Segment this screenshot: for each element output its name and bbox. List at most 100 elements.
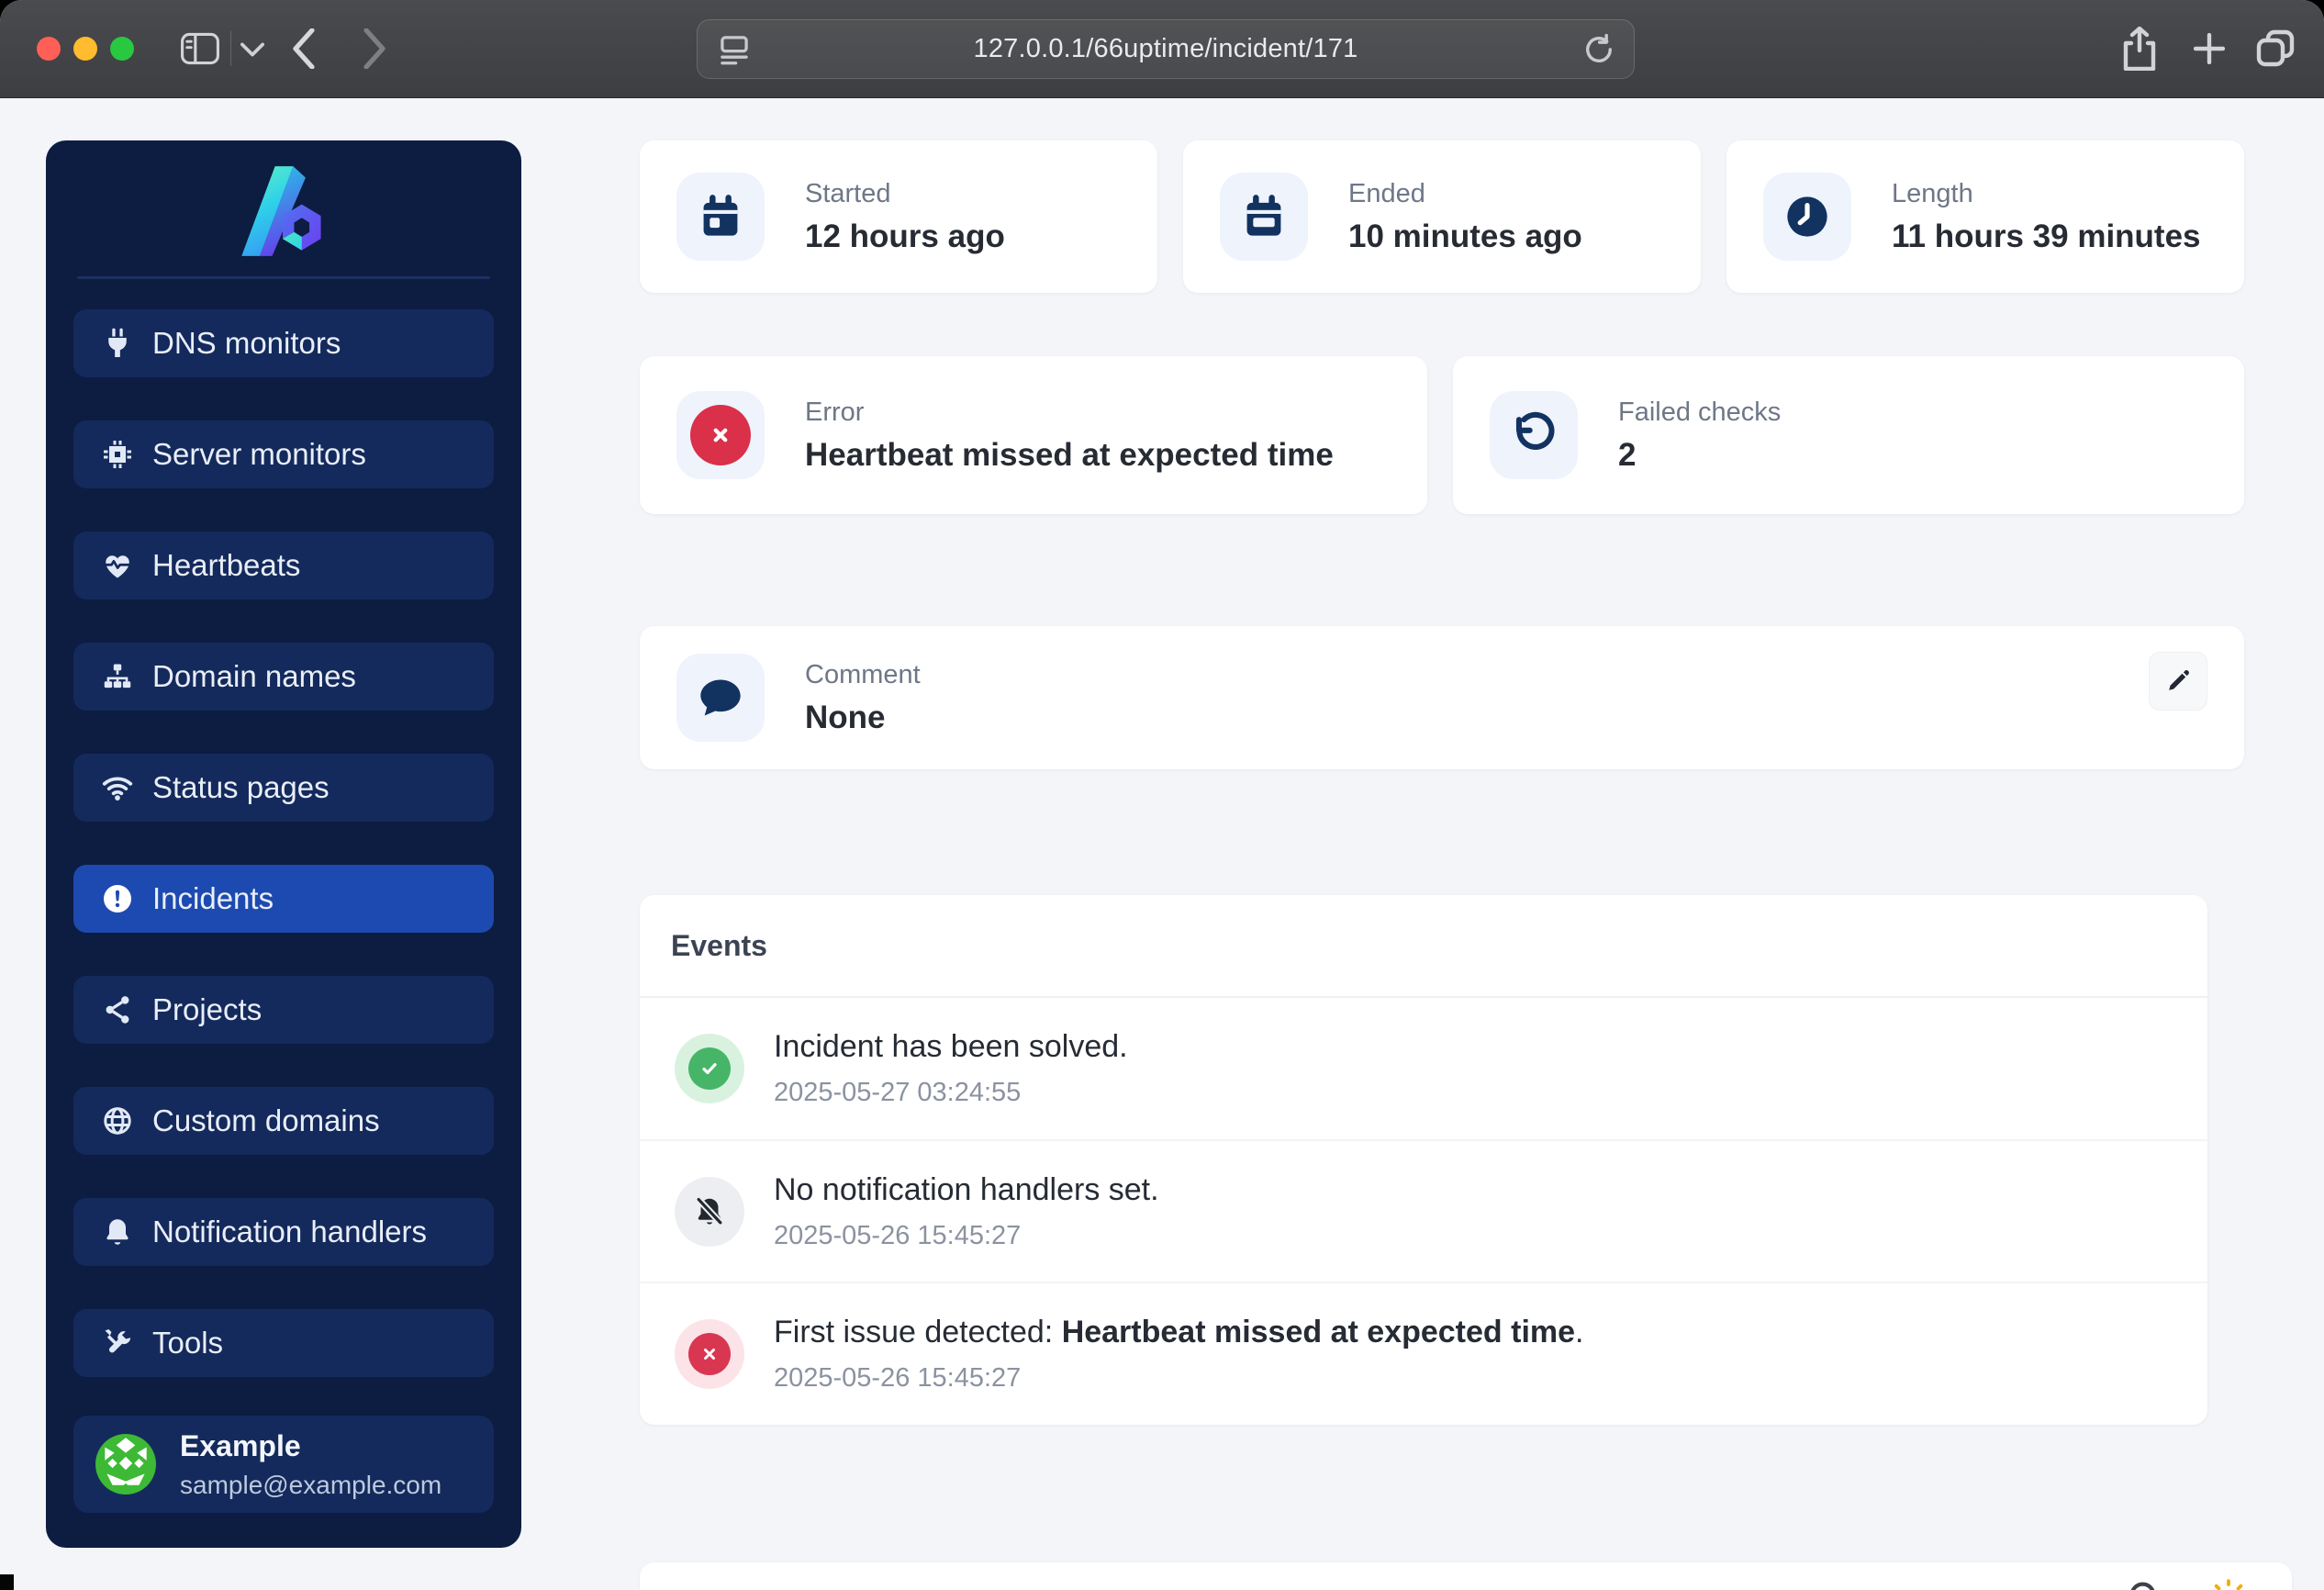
event-row: No notification handlers set. 2025-05-26…: [640, 1141, 2207, 1284]
circle-xmark-icon: [676, 391, 765, 479]
sidebar-item-label: Status pages: [152, 770, 330, 804]
reader-icon[interactable]: [718, 33, 751, 66]
plug-icon: [101, 327, 134, 360]
started-card: Started 12 hours ago: [640, 140, 1157, 293]
sidebar-nav: DNS monitors Server monitors Heartbeats …: [73, 309, 494, 1377]
event-row: Incident has been solved. 2025-05-27 03:…: [640, 998, 2207, 1141]
detail-value: Heartbeat missed at expected time: [805, 436, 1334, 473]
minimize-window-button[interactable]: [73, 37, 97, 61]
comment-value: None: [805, 699, 886, 735]
sidebar-item-domain-names[interactable]: Domain names: [73, 643, 494, 711]
ended-card: Ended 10 minutes ago: [1183, 140, 1701, 293]
failed-checks-card: Failed checks 2: [1453, 356, 2244, 514]
share-nodes-icon: [101, 993, 134, 1026]
address-bar[interactable]: 127.0.0.1/66uptime/incident/171: [697, 19, 1635, 79]
sidebar-item-label: Incidents: [152, 881, 274, 915]
sitemap-icon: [101, 660, 134, 693]
heart-pulse-icon: [101, 549, 134, 582]
detail-value: 2: [1618, 436, 1637, 473]
event-row: First issue detected: Heartbeat missed a…: [640, 1283, 2207, 1425]
sidebar-item-label: Projects: [152, 992, 263, 1026]
sidebar-item-label: DNS monitors: [152, 326, 341, 360]
wifi-icon: [101, 771, 134, 804]
sidebar-item-projects[interactable]: Projects: [73, 976, 494, 1044]
clock-icon: [1763, 173, 1851, 261]
safari-window: 127.0.0.1/66uptime/incident/171 DNS moni…: [0, 0, 2324, 1590]
account-email: sample@example.com: [180, 1470, 442, 1499]
pencil-icon: [2169, 670, 2189, 690]
tab-overview-icon[interactable]: [2256, 29, 2295, 68]
page-body: DNS monitors Server monitors Heartbeats …: [0, 98, 2324, 1590]
stat-label: Started: [805, 178, 891, 208]
event-text: No notification handlers set.: [774, 1171, 1159, 1207]
sidebar-item-label: Domain names: [152, 659, 356, 693]
sidebar-item-server-monitors[interactable]: Server monitors: [73, 420, 494, 488]
bell-icon: [101, 1215, 134, 1248]
theme-sun-icon[interactable]: [2207, 1577, 2250, 1590]
sidebar-item-status-pages[interactable]: Status pages: [73, 754, 494, 822]
url-text: 127.0.0.1/66uptime/incident/171: [973, 34, 1358, 63]
close-window-button[interactable]: [37, 37, 61, 61]
event-text: Incident has been solved.: [774, 1028, 1128, 1064]
sidebar-item-notification-handlers[interactable]: Notification handlers: [73, 1198, 494, 1266]
sidebar-item-label: Tools: [152, 1326, 224, 1360]
stat-label: Ended: [1348, 178, 1425, 208]
globe-icon: [101, 1104, 134, 1137]
browser-toolbar: 127.0.0.1/66uptime/incident/171: [0, 0, 2324, 98]
forward-icon[interactable]: [363, 28, 386, 69]
rotate-left-icon: [1490, 391, 1578, 479]
app-logo: [241, 166, 321, 256]
sidebar-item-tools[interactable]: Tools: [73, 1309, 494, 1377]
microchip-icon: [101, 438, 134, 471]
cursor-artifact: [0, 1574, 14, 1590]
account-name: Example: [180, 1428, 301, 1462]
avatar: [95, 1434, 156, 1495]
event-timestamp: 2025-05-26 15:45:27: [774, 1363, 1022, 1394]
stat-label: Length: [1892, 178, 1973, 208]
comment-label: Comment: [805, 659, 921, 689]
comment-icon: [676, 654, 765, 742]
sidebar-item-label: Server monitors: [152, 437, 366, 471]
zoom-window-button[interactable]: [110, 37, 134, 61]
calendar-days-icon: [1220, 173, 1308, 261]
sidebar-item-label: Notification handlers: [152, 1215, 427, 1248]
footer-bar: [640, 1562, 2292, 1590]
length-card: Length 11 hours 39 minutes: [1726, 140, 2244, 293]
event-text: First issue detected: Heartbeat missed a…: [774, 1315, 1584, 1350]
edit-comment-button[interactable]: [2149, 652, 2207, 711]
sidebar-item-custom-domains[interactable]: Custom domains: [73, 1087, 494, 1155]
share-icon[interactable]: [2122, 27, 2157, 71]
bell-slash-icon: [675, 1176, 744, 1247]
account-menu[interactable]: Example sample@example.com: [73, 1416, 494, 1513]
search-icon[interactable]: [2127, 1579, 2165, 1590]
stat-value: 12 hours ago: [805, 218, 1005, 254]
sidebar-divider: [77, 276, 490, 279]
sidebar-item-dns-monitors[interactable]: DNS monitors: [73, 309, 494, 377]
error-card: Error Heartbeat missed at expected time: [640, 356, 1427, 514]
toolbar-divider: [230, 31, 231, 66]
sidebar-item-label: Custom domains: [152, 1103, 380, 1137]
event-timestamp: 2025-05-26 15:45:27: [774, 1220, 1022, 1250]
events-card: Events Incident has been solved. 2025-05…: [640, 895, 2207, 1425]
detail-label: Failed checks: [1618, 397, 1782, 427]
sidebar-item-incidents[interactable]: Incidents: [73, 865, 494, 933]
chevron-down-icon[interactable]: [240, 42, 264, 57]
stat-value: 11 hours 39 minutes: [1892, 218, 2201, 254]
comment-card: Comment None: [640, 626, 2244, 769]
stat-value: 10 minutes ago: [1348, 218, 1582, 254]
back-icon[interactable]: [292, 28, 316, 69]
reload-icon[interactable]: [1582, 33, 1615, 66]
x-circle-icon: [675, 1319, 744, 1390]
check-circle-icon: [675, 1033, 744, 1103]
sidebar-toggle-icon[interactable]: [180, 30, 220, 67]
event-timestamp: 2025-05-27 03:24:55: [774, 1077, 1022, 1107]
circle-exclamation-icon: [101, 882, 134, 915]
sidebar-item-heartbeats[interactable]: Heartbeats: [73, 532, 494, 599]
sidebar: DNS monitors Server monitors Heartbeats …: [46, 140, 521, 1548]
calendar-icon: [676, 173, 765, 261]
sidebar-item-label: Heartbeats: [152, 548, 301, 582]
detail-label: Error: [805, 397, 865, 427]
new-tab-icon[interactable]: [2194, 33, 2225, 64]
events-title: Events: [640, 895, 2207, 998]
screwdriver-wrench-icon: [101, 1327, 134, 1360]
